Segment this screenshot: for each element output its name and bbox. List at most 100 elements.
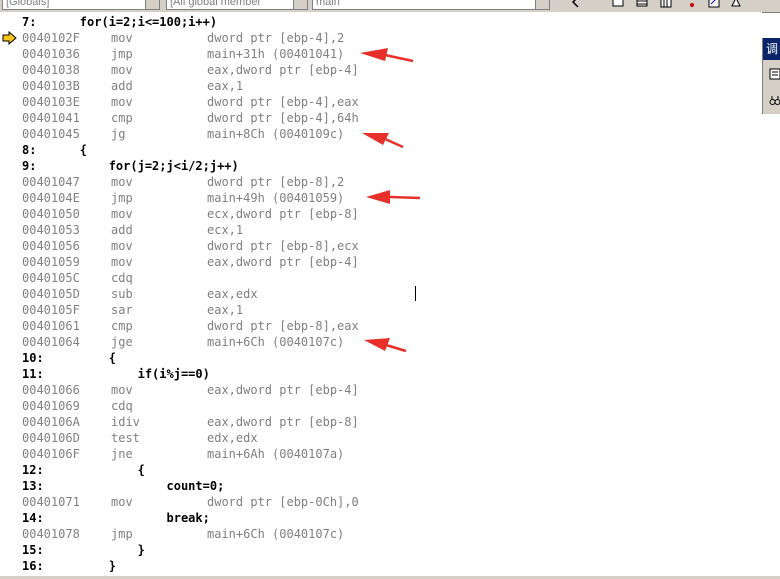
address: 00401053 bbox=[22, 223, 80, 237]
window-icon[interactable] bbox=[730, 0, 742, 8]
binoculars-icon[interactable] bbox=[769, 94, 780, 106]
operands: eax,dword ptr [ebp-4] bbox=[207, 255, 359, 269]
member-combo[interactable]: [All global member bbox=[166, 0, 308, 10]
memory-icon[interactable] bbox=[636, 0, 648, 8]
asm-line[interactable]: 0040102F mov dword ptr [ebp-4],2 bbox=[0, 30, 752, 46]
mnemonic: mov bbox=[111, 95, 133, 109]
class-combo[interactable]: [Globals] bbox=[2, 0, 160, 10]
asm-line[interactable]: 00401045 jg main+8Ch (0040109c) bbox=[0, 126, 752, 142]
operands: main+6Ah (0040107a) bbox=[207, 447, 345, 461]
operands: dword ptr [ebp-4],64h bbox=[207, 111, 359, 125]
asm-line[interactable]: 0040103E mov dword ptr [ebp-4],eax bbox=[0, 94, 752, 110]
operands: ecx,dword ptr [ebp-8] bbox=[207, 207, 359, 221]
operands: eax,dword ptr [ebp-4] bbox=[207, 383, 359, 397]
source-line[interactable]: 15: } bbox=[0, 542, 752, 558]
source-text: 11: if(i%j==0) bbox=[22, 367, 210, 381]
chevron-down-icon[interactable] bbox=[293, 0, 307, 9]
operands: dword ptr [ebp-4],2 bbox=[207, 31, 345, 45]
breakpoint-icon[interactable] bbox=[686, 0, 698, 8]
source-line[interactable]: 14: break; bbox=[0, 510, 752, 526]
source-text: 14: break; bbox=[22, 511, 210, 525]
asm-line[interactable]: 0040106F jne main+6Ah (0040107a) bbox=[0, 446, 752, 462]
watch-icon[interactable] bbox=[612, 0, 624, 8]
asm-line[interactable]: 00401059 mov eax,dword ptr [ebp-4] bbox=[0, 254, 752, 270]
operands: main+31h (00401041) bbox=[207, 47, 345, 61]
asm-line[interactable]: 0040105C cdq bbox=[0, 270, 752, 286]
mnemonic: mov bbox=[111, 207, 133, 221]
asm-line[interactable]: 00401078 jmp main+6Ch (0040107c) bbox=[0, 526, 752, 542]
class-combo-value: [Globals] bbox=[6, 0, 50, 8]
asm-line[interactable]: 00401064 jge main+6Ch (0040107c) bbox=[0, 334, 752, 350]
address: 0040105D bbox=[22, 287, 80, 301]
mnemonic: sar bbox=[111, 303, 133, 317]
mnemonic: mov bbox=[111, 239, 133, 253]
source-line[interactable]: 7: for(i=2;i<=100;i++) bbox=[0, 14, 752, 30]
mnemonic: jge bbox=[111, 335, 133, 349]
asm-line[interactable]: 0040105F sar eax,1 bbox=[0, 302, 752, 318]
source-text: 13: count=0; bbox=[22, 479, 225, 493]
asm-line[interactable]: 00401050 mov ecx,dword ptr [ebp-8] bbox=[0, 206, 752, 222]
asm-line[interactable]: 0040105D sub eax,edx bbox=[0, 286, 752, 302]
asm-line[interactable]: 0040106D test edx,edx bbox=[0, 430, 752, 446]
asm-line[interactable]: 0040103B add eax,1 bbox=[0, 78, 752, 94]
operands: edx,edx bbox=[207, 431, 258, 445]
source-line[interactable]: 9: for(j=2;j<i/2;j++) bbox=[0, 158, 752, 174]
source-text: 15: } bbox=[22, 543, 145, 557]
asm-line[interactable]: 00401056 mov dword ptr [ebp-8],ecx bbox=[0, 238, 752, 254]
function-combo[interactable]: main bbox=[312, 0, 550, 10]
source-line[interactable]: 13: count=0; bbox=[0, 478, 752, 494]
address: 00401038 bbox=[22, 63, 80, 77]
asm-line[interactable]: 0040106A idiv eax,dword ptr [ebp-8] bbox=[0, 414, 752, 430]
operands: eax,edx bbox=[207, 287, 258, 301]
operands: main+6Ch (0040107c) bbox=[207, 527, 345, 541]
address: 0040103B bbox=[22, 79, 80, 93]
asm-line[interactable]: 00401041 cmp dword ptr [ebp-4],64h bbox=[0, 110, 752, 126]
asm-line[interactable]: 00401066 mov eax,dword ptr [ebp-4] bbox=[0, 382, 752, 398]
asm-line[interactable]: 00401071 mov dword ptr [ebp-0Ch],0 bbox=[0, 494, 752, 510]
mnemonic: mov bbox=[111, 31, 133, 45]
disassembly-editor[interactable]: 7: for(i=2;i<=100;i++) 0040102F mov dword p… bbox=[0, 12, 752, 579]
asm-line[interactable]: 00401038 mov eax,dword ptr [ebp-4] bbox=[0, 62, 752, 78]
mnemonic: mov bbox=[111, 495, 133, 509]
mnemonic: sub bbox=[111, 287, 133, 301]
mnemonic: jmp bbox=[111, 527, 133, 541]
chevron-down-icon[interactable] bbox=[535, 0, 549, 9]
mnemonic: idiv bbox=[111, 415, 140, 429]
document-icon[interactable] bbox=[769, 68, 780, 80]
address: 00401050 bbox=[22, 207, 80, 221]
editor-edge bbox=[752, 12, 762, 579]
address: 0040103E bbox=[22, 95, 80, 109]
source-line[interactable]: 8: { bbox=[0, 142, 752, 158]
asm-line[interactable]: 00401053 add ecx,1 bbox=[0, 222, 752, 238]
source-line[interactable]: 12: { bbox=[0, 462, 752, 478]
address: 00401036 bbox=[22, 47, 80, 61]
side-panel-title: 调 bbox=[763, 38, 780, 60]
address: 00401069 bbox=[22, 399, 80, 413]
text-caret bbox=[415, 286, 416, 301]
registers-icon[interactable] bbox=[660, 0, 672, 8]
asm-line[interactable]: 00401036 jmp main+31h (00401041) bbox=[0, 46, 752, 62]
address: 00401061 bbox=[22, 319, 80, 333]
mnemonic: jmp bbox=[111, 191, 133, 205]
operands: dword ptr [ebp-4],eax bbox=[207, 95, 359, 109]
asm-line[interactable]: 00401061 cmp dword ptr [ebp-8],eax bbox=[0, 318, 752, 334]
asm-line[interactable]: 0040104E jmp main+49h (00401059) bbox=[0, 190, 752, 206]
source-text: 8: { bbox=[22, 143, 88, 157]
source-line[interactable]: 16: } bbox=[0, 558, 752, 574]
chevron-down-icon[interactable] bbox=[145, 0, 159, 9]
address: 0040105F bbox=[22, 303, 80, 317]
address: 00401056 bbox=[22, 239, 80, 253]
address: 0040106A bbox=[22, 415, 80, 429]
address: 00401047 bbox=[22, 175, 80, 189]
asm-line[interactable]: 00401047 mov dword ptr [ebp-8],2 bbox=[0, 174, 752, 190]
back-icon[interactable] bbox=[570, 0, 582, 8]
side-panel[interactable]: 调 bbox=[762, 38, 780, 114]
step-icon[interactable] bbox=[708, 0, 720, 8]
source-line[interactable]: 11: if(i%j==0) bbox=[0, 366, 752, 382]
operands: eax,dword ptr [ebp-8] bbox=[207, 415, 359, 429]
asm-line[interactable]: 00401069 cdq bbox=[0, 398, 752, 414]
source-line[interactable]: 10: { bbox=[0, 350, 752, 366]
function-combo-value: main bbox=[316, 0, 340, 8]
address: 00401064 bbox=[22, 335, 80, 349]
mnemonic: cdq bbox=[111, 271, 133, 285]
